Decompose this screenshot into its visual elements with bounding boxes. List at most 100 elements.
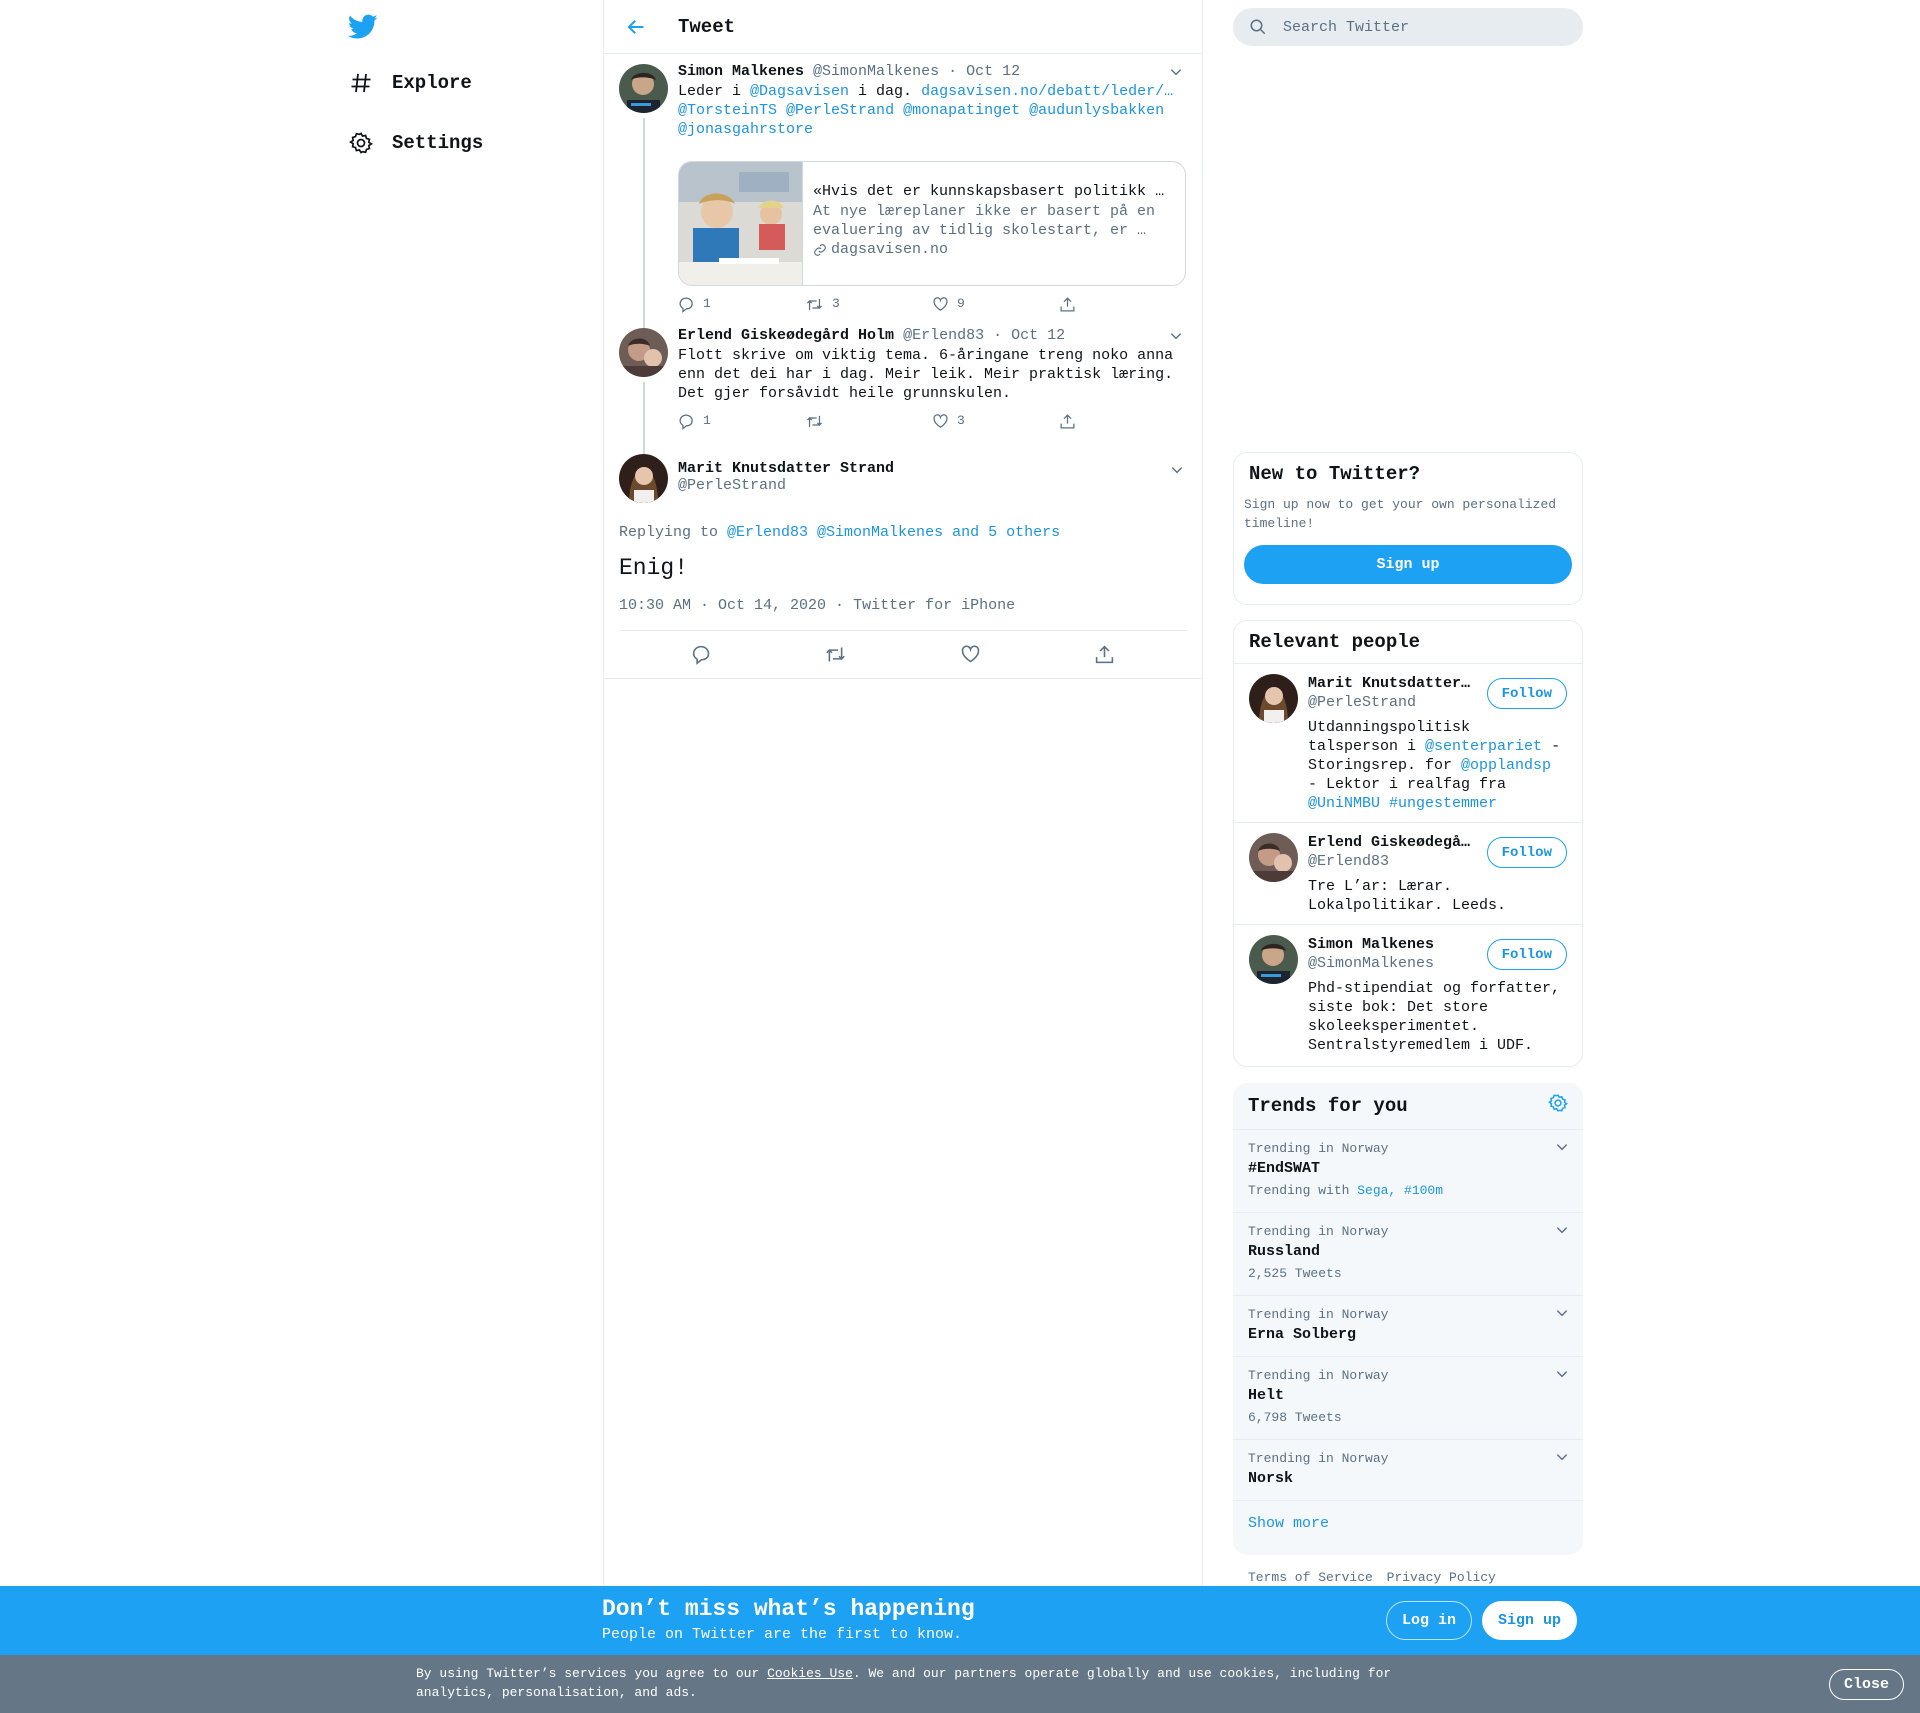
avatar[interactable] — [619, 454, 668, 503]
author-name[interactable]: Simon Malkenes — [678, 63, 804, 80]
person-name[interactable]: Marit Knutsdatter… — [1308, 674, 1473, 693]
thread-tweet[interactable]: Simon Malkenes @SimonMalkenes · Oct 12 L… — [604, 54, 1202, 318]
avatar[interactable] — [1249, 674, 1298, 723]
person-name[interactable]: Simon Malkenes — [1308, 935, 1473, 954]
retweet-button[interactable]: 3 — [805, 296, 932, 318]
follow-button[interactable]: Follow — [1486, 678, 1567, 709]
chevron-down-icon[interactable] — [1555, 1450, 1569, 1469]
person-card[interactable]: Simon Malkenes @SimonMalkenes Follow Phd… — [1234, 924, 1582, 1064]
avatar[interactable] — [1249, 833, 1298, 882]
tweet-timestamp[interactable]: 10:30 AM · Oct 14, 2020 — [619, 597, 826, 614]
reply-button[interactable] — [681, 635, 721, 675]
chevron-down-icon[interactable] — [1166, 62, 1186, 82]
trend-tweet-count: 6,798 Tweets — [1248, 1410, 1342, 1425]
mention-link[interactable]: @jonasgahrstore — [678, 121, 813, 138]
page-title: Tweet — [678, 15, 736, 38]
trend-item[interactable]: Trending in Norway Erna Solberg — [1233, 1296, 1583, 1357]
bio-hashtag[interactable]: #ungestemmer — [1389, 795, 1497, 812]
search-bar[interactable] — [1233, 8, 1583, 46]
new-to-twitter-box: New to Twitter? Sign up now to get your … — [1233, 452, 1583, 605]
mention-link[interactable]: @monapatinget — [903, 102, 1020, 119]
author-handle[interactable]: @SimonMalkenes — [813, 63, 939, 80]
show-more-link[interactable]: Show more — [1233, 1501, 1583, 1546]
log-in-button[interactable]: Log in — [1386, 1601, 1473, 1640]
chevron-down-icon[interactable] — [1555, 1367, 1569, 1386]
reply-icon — [679, 414, 693, 430]
main-column: Tweet Simon Malkenes @SimonMalkenes · Oc… — [603, 0, 1203, 1713]
share-button[interactable] — [1059, 296, 1186, 318]
twitter-bird-icon[interactable] — [347, 14, 378, 40]
chevron-down-icon[interactable] — [1555, 1223, 1569, 1242]
chevron-down-icon[interactable] — [1167, 460, 1187, 480]
new-to-twitter-text: Sign up now to get your own personalized… — [1244, 497, 1557, 531]
like-button[interactable]: 3 — [932, 413, 1059, 435]
bio-mention[interactable]: @senterpariet — [1425, 738, 1542, 755]
retweet-button[interactable] — [816, 635, 856, 675]
person-card[interactable]: Marit Knutsdatter… @PerleStrand Follow U… — [1234, 663, 1582, 822]
reply-button[interactable]: 1 — [678, 296, 805, 318]
person-bio: Tre L’ar: Lærar. Lokalpolitikar. Leeds. — [1308, 878, 1507, 914]
cookies-use-link[interactable]: Cookies Use — [767, 1666, 853, 1681]
back-button[interactable] — [618, 9, 654, 45]
bio-mention[interactable]: @UniNMBU — [1308, 795, 1380, 812]
follow-button[interactable]: Follow — [1486, 837, 1567, 868]
trend-tweet-count: 2,525 Tweets — [1248, 1266, 1342, 1281]
cookie-banner: By using Twitter’s services you agree to… — [0, 1655, 1920, 1713]
mention-link[interactable]: @TorsteinTS — [678, 102, 777, 119]
like-button[interactable] — [950, 635, 990, 675]
close-cookie-button[interactable]: Close — [1829, 1669, 1905, 1700]
avatar[interactable] — [619, 328, 668, 377]
gear-icon[interactable] — [1547, 1093, 1569, 1119]
thread-line — [643, 446, 645, 454]
retweet-icon — [806, 298, 823, 311]
url-link[interactable]: dagsavisen.no/debatt/leder/f… — [921, 82, 1181, 101]
link-preview-card[interactable]: «Hvis det er kunnskapsbasert politikk H…… — [678, 161, 1186, 286]
privacy-link[interactable]: Privacy Policy — [1387, 1570, 1496, 1585]
bio-mention[interactable]: @opplandsp — [1461, 757, 1551, 774]
share-button[interactable] — [1085, 635, 1125, 675]
person-bio: Phd-stipendiat og forfatter, siste bok: … — [1308, 980, 1561, 1054]
relevant-people-title: Relevant people — [1249, 631, 1421, 653]
author-handle[interactable]: @Erlend83 — [903, 327, 984, 344]
sign-up-button[interactable]: Sign up — [1244, 545, 1572, 584]
trend-item[interactable]: Trending in Norway Norsk — [1233, 1440, 1583, 1501]
terms-link[interactable]: Terms of Service — [1248, 1570, 1373, 1585]
tweet-text: Enig! — [619, 555, 689, 581]
chevron-down-icon[interactable] — [1555, 1306, 1569, 1325]
author-handle[interactable]: @PerleStrand — [678, 477, 894, 494]
mention-link[interactable]: @audunlysbakken — [1029, 102, 1164, 119]
trend-item[interactable]: Trending in Norway Russland 2,525 Tweets — [1233, 1213, 1583, 1296]
chevron-down-icon[interactable] — [1166, 326, 1186, 346]
author-name[interactable]: Erlend Giskeødegård Holm — [678, 327, 894, 344]
person-card[interactable]: Erlend Giskeødegå… @Erlend83 Follow Tre … — [1234, 822, 1582, 924]
nav-explore[interactable]: Explore — [348, 63, 472, 103]
retweet-button[interactable] — [805, 413, 932, 435]
avatar[interactable] — [1249, 935, 1298, 984]
tweet-date[interactable]: Oct 12 — [966, 63, 1020, 80]
person-name[interactable]: Erlend Giskeødegå… — [1308, 833, 1473, 852]
mention-link[interactable]: @Dagsavisen — [750, 83, 849, 100]
like-button[interactable]: 9 — [932, 296, 1059, 318]
trend-item[interactable]: Trending in Norway #EndSWAT Trending wit… — [1233, 1130, 1583, 1213]
trends-box: Trends for you Trending in Norway #EndSW… — [1233, 1083, 1583, 1555]
tweet-date[interactable]: Oct 12 — [1011, 327, 1065, 344]
chevron-down-icon[interactable] — [1555, 1140, 1569, 1159]
thread-tweet[interactable]: Erlend Giskeødegård Holm @Erlend83 · Oct… — [604, 318, 1202, 446]
avatar[interactable] — [619, 64, 668, 113]
trend-related-links[interactable]: Sega, #100m — [1357, 1183, 1443, 1198]
follow-button[interactable]: Follow — [1486, 939, 1567, 970]
share-button[interactable] — [1059, 413, 1186, 435]
sign-up-button[interactable]: Sign up — [1482, 1601, 1578, 1640]
author-name[interactable]: Marit Knutsdatter Strand — [678, 460, 894, 477]
signup-promo-bar: Don’t miss what’s happening People on Tw… — [0, 1586, 1920, 1655]
card-domain: dagsavisen.no — [831, 241, 949, 258]
nav-settings[interactable]: Settings — [348, 123, 483, 163]
trend-name: Russland — [1248, 1243, 1321, 1260]
reply-button[interactable]: 1 — [678, 413, 805, 435]
search-input[interactable] — [1283, 18, 1563, 36]
tweet-source[interactable]: Twitter for iPhone — [853, 597, 1015, 614]
gear-icon — [348, 130, 374, 156]
mention-link[interactable]: @PerleStrand — [786, 102, 894, 119]
trend-item[interactable]: Trending in Norway Helt 6,798 Tweets — [1233, 1357, 1583, 1440]
replying-to-link[interactable]: @Erlend83 @SimonMalkenes and 5 others — [727, 524, 1060, 541]
